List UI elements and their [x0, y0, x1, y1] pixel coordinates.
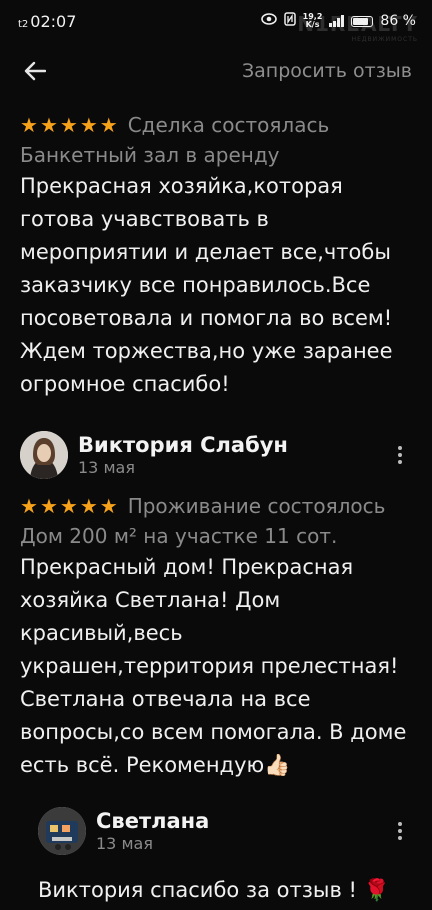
review-text: Прекрасный дом! Прекрасная хозяйка Светл…: [20, 555, 407, 777]
reply-more-options-button[interactable]: [388, 819, 412, 843]
deal-status: Сделка состоялась: [127, 113, 330, 137]
author-name[interactable]: Виктория Слабун: [78, 432, 288, 458]
dot-icon: [398, 446, 402, 450]
reply-author-name[interactable]: Светлана: [96, 808, 209, 834]
dot-icon: [398, 822, 402, 826]
author-meta: Виктория Слабун 13 мая: [78, 432, 288, 478]
star-icon: ★: [99, 494, 118, 518]
status-bar: t2 02:07 N1REALTY НЕДВИЖИМОСТЬ 19,2 K/s …: [0, 0, 432, 44]
reply-text: Виктория спасибо за отзыв ! 🌹: [38, 878, 390, 902]
star-icon: ★: [20, 113, 38, 137]
nfc-icon: [283, 12, 296, 30]
listing-title[interactable]: Дом 200 м² на участке 11 сот.: [20, 521, 412, 551]
app-bar: Запросить отзыв: [0, 42, 432, 100]
star-icon: ★: [20, 494, 38, 518]
clock: 02:07: [30, 11, 77, 31]
owner-reply: Светлана 13 мая Виктория спасибо за отзы…: [0, 800, 432, 907]
star-icon: ★: [79, 113, 98, 137]
back-button[interactable]: [20, 56, 50, 86]
carrier-label: t2: [18, 18, 29, 30]
avatar[interactable]: [20, 431, 68, 479]
star-icon: ★: [79, 494, 98, 518]
star-icon: ★: [39, 113, 58, 137]
star-icon: ★: [39, 494, 58, 518]
avatar[interactable]: [38, 807, 86, 855]
review-card: Виктория Слабун 13 мая ★ ★ ★ ★ ★ Прожива…: [0, 425, 432, 782]
review-date: 13 мая: [78, 458, 135, 477]
battery-icon: [351, 15, 374, 27]
rating-row: ★ ★ ★ ★ ★ Проживание состоялось: [20, 491, 412, 521]
more-options-button[interactable]: [388, 443, 412, 467]
request-review-button[interactable]: Запросить отзыв: [242, 60, 412, 82]
status-left: t2 02:07: [18, 12, 76, 31]
reply-author-row: Светлана 13 мая: [38, 800, 412, 862]
reply-date: 13 мая: [96, 834, 153, 853]
dot-icon: [398, 453, 402, 457]
watermark-sub: НЕДВИЖИМОСТЬ: [351, 36, 418, 43]
arrow-left-icon: [24, 61, 46, 81]
rating-stars: ★ ★ ★ ★ ★: [20, 115, 118, 135]
review-card: ★ ★ ★ ★ ★ Сделка состоялась Банкетный за…: [0, 110, 432, 401]
deal-status: Проживание состоялось: [127, 494, 386, 518]
rating-row: ★ ★ ★ ★ ★ Сделка состоялась: [20, 110, 412, 140]
dot-icon: [398, 836, 402, 840]
dot-icon: [398, 829, 402, 833]
author-row: Виктория Слабун 13 мая: [20, 425, 412, 485]
star-icon: ★: [59, 113, 78, 137]
dot-icon: [398, 460, 402, 464]
rating-stars: ★ ★ ★ ★ ★: [20, 496, 118, 516]
star-icon: ★: [59, 494, 78, 518]
author-meta: Светлана 13 мая: [96, 808, 209, 854]
listing-title[interactable]: Банкетный зал в аренду: [20, 140, 412, 170]
star-icon: ★: [99, 113, 118, 137]
review-text: Прекрасная хозяйка,которая готова учавст…: [20, 174, 393, 396]
eye-icon: [260, 13, 277, 29]
